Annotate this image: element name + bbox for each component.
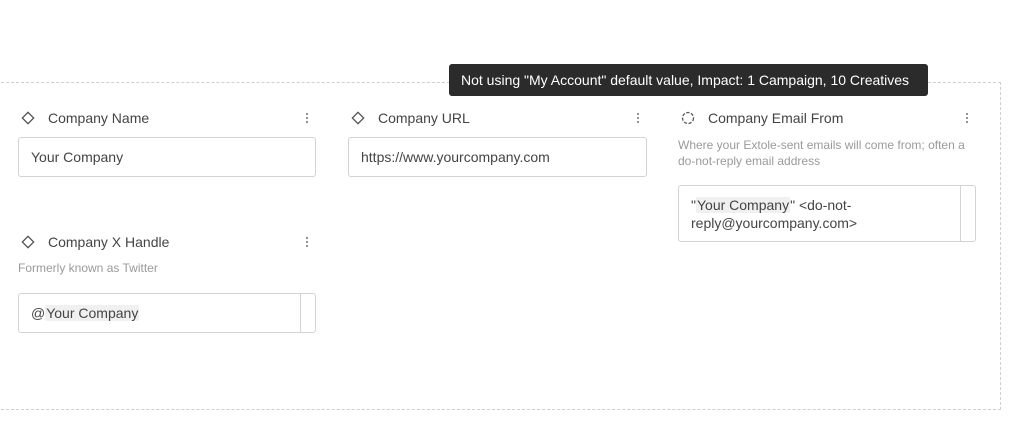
field-company-x-handle: Company X Handle Formerly known as Twitt…: [18, 232, 316, 333]
field-label: Company URL: [378, 110, 470, 126]
field-header: Company X Handle: [18, 232, 316, 252]
input-side-panel[interactable]: [960, 186, 975, 241]
company-url-input[interactable]: https://www.yourcompany.com: [348, 137, 647, 177]
diamond-icon: [348, 108, 368, 128]
variable-chip[interactable]: Your Company: [695, 197, 791, 213]
field-label: Company Email From: [708, 110, 844, 126]
field-company-url: Company URL https://www.yourcompany.com: [348, 108, 647, 177]
field-label: Company X Handle: [48, 234, 170, 250]
more-options-icon[interactable]: [302, 233, 312, 251]
field-label: Company Name: [48, 110, 150, 126]
diamond-icon: [18, 232, 38, 252]
dashed-circle-icon: [678, 108, 698, 128]
field-header: Company Email From: [678, 108, 976, 128]
more-options-icon[interactable]: [633, 109, 643, 127]
more-options-icon[interactable]: [962, 109, 972, 127]
company-x-handle-input[interactable]: @Your Company: [18, 293, 316, 333]
value-prefix: @: [31, 305, 46, 321]
diamond-icon: [18, 108, 38, 128]
company-email-from-input[interactable]: "Your Company" <do-not-reply@yourcompany…: [678, 185, 976, 242]
field-company-email-from: Company Email From Where your Extole-sen…: [678, 108, 976, 242]
impact-tooltip: Not using "My Account" default value, Im…: [449, 64, 928, 96]
field-description: Formerly known as Twitter: [18, 261, 158, 275]
field-description: Where your Extole-sent emails will come …: [678, 138, 965, 168]
field-company-name: Company Name Your Company: [18, 108, 316, 177]
field-header: Company URL: [348, 108, 647, 128]
token-input-content[interactable]: "Your Company" <do-not-reply@yourcompany…: [679, 186, 960, 241]
more-options-icon[interactable]: [302, 109, 312, 127]
field-header: Company Name: [18, 108, 316, 128]
input-side-panel[interactable]: [300, 294, 315, 332]
variable-chip[interactable]: Your Company: [45, 305, 140, 321]
token-input-content[interactable]: @Your Company: [19, 294, 300, 332]
company-name-input[interactable]: Your Company: [18, 137, 316, 177]
